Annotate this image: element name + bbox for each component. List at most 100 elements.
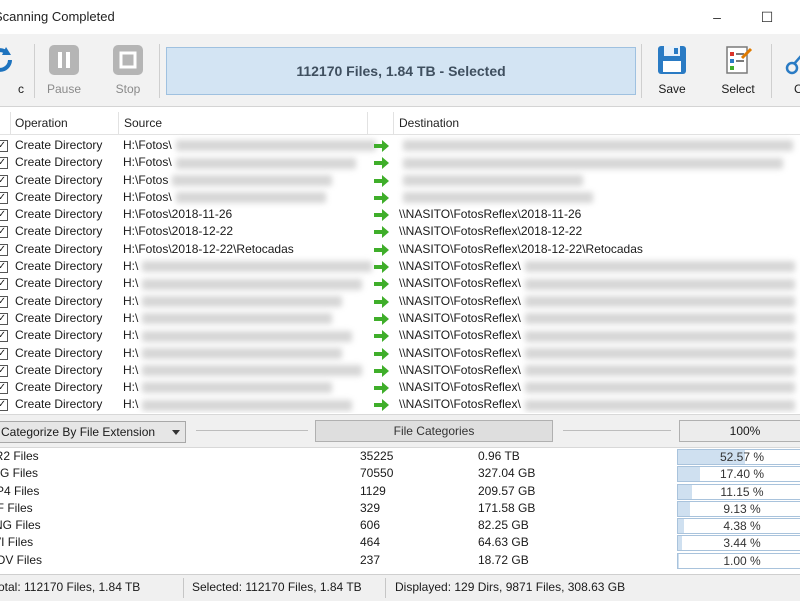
row-source: H:\	[123, 294, 343, 308]
category-percent-bar: 1.00 %	[677, 552, 800, 569]
sync-button[interactable]: c	[0, 40, 28, 102]
category-count: 606	[360, 518, 381, 533]
category-row[interactable]: PNG Files 606 82.25 GB 4.38 %	[0, 517, 800, 535]
row-checkbox[interactable]: ✓	[0, 209, 8, 222]
row-destination: \\NASITO\FotosReflex\	[399, 276, 795, 290]
row-checkbox[interactable]: ✓	[0, 140, 8, 152]
category-count: 237	[360, 552, 381, 567]
row-checkbox[interactable]: ✓	[0, 226, 8, 239]
row-checkbox[interactable]: ✓	[0, 243, 8, 256]
row-operation: Create Directory	[15, 172, 103, 187]
status-separator	[385, 578, 386, 598]
row-source: H:\Fotos\2018-12-22\Retocadas	[123, 241, 294, 256]
row-checkbox[interactable]: ✓	[0, 347, 8, 360]
arrow-right-icon	[374, 191, 389, 204]
row-source: H:\	[123, 346, 343, 360]
category-percent: 11.15 %	[720, 484, 764, 499]
operations-list[interactable]: Operation Source Destination ✓ Create Dir…	[0, 112, 800, 413]
chevron-down-icon	[172, 430, 180, 435]
row-checkbox[interactable]: ✓	[0, 157, 8, 170]
save-button[interactable]: Save	[644, 40, 700, 102]
row-operation: Create Directory	[15, 155, 103, 170]
table-row[interactable]: ✓ Create Directory H:\ \\NASITO\FotosReflex…	[0, 293, 800, 310]
redacted-text	[142, 261, 373, 273]
column-source[interactable]: Source	[124, 116, 162, 130]
file-categories-button[interactable]: File Categories	[315, 420, 553, 442]
toolbar-separator	[159, 44, 160, 98]
row-checkbox[interactable]: ✓	[0, 399, 8, 412]
cut-label: C	[794, 82, 800, 96]
table-row[interactable]: ✓ Create Directory H:\ \\NASITO\FotosReflex…	[0, 396, 800, 413]
row-checkbox[interactable]: ✓	[0, 261, 8, 274]
row-checkbox[interactable]: ✓	[0, 278, 8, 291]
row-checkbox[interactable]: ✓	[0, 364, 8, 377]
maximize-button[interactable]: ☐	[750, 4, 784, 30]
row-checkbox[interactable]: ✓	[0, 312, 8, 325]
table-row[interactable]: ✓ Create Directory H:\Fotos\2018-12-22\Ret…	[0, 241, 800, 258]
table-row[interactable]: ✓ Create Directory H:\ \\NASITO\FotosReflex…	[0, 327, 800, 344]
cut-icon	[785, 55, 800, 75]
redacted-text	[524, 296, 795, 307]
category-table[interactable]: CR2 Files 35225 0.96 TB 52.57 % JPG Files 705…	[0, 448, 800, 572]
category-percent-bar: 3.44 %	[677, 535, 800, 552]
category-row[interactable]: TIF Files 329 171.58 GB 9.13 %	[0, 500, 800, 517]
minimize-button[interactable]: –	[700, 4, 734, 30]
redacted-text	[142, 365, 363, 377]
row-operation: Create Directory	[15, 345, 103, 360]
row-operation: Create Directory	[15, 293, 103, 308]
table-row[interactable]: ✓ Create Directory H:\Fotos\	[0, 154, 800, 171]
select-button[interactable]: Select	[710, 40, 766, 102]
category-percent-bar: 17.40 %	[677, 466, 800, 483]
cut-button[interactable]: C	[774, 40, 800, 102]
row-source: H:\Fotos\	[123, 155, 356, 169]
table-row[interactable]: ✓ Create Directory H:\Fotos\	[0, 137, 800, 154]
category-name: AVI Files	[0, 535, 34, 550]
row-checkbox[interactable]: ✓	[0, 174, 8, 187]
category-mode-select[interactable]: Categorize By File Extension	[0, 421, 186, 443]
table-row[interactable]: ✓ Create Directory H:\ \\NASITO\FotosReflex…	[0, 258, 800, 275]
pause-button[interactable]: Pause	[36, 40, 92, 102]
column-destination[interactable]: Destination	[399, 116, 459, 130]
arrow-right-icon	[374, 243, 389, 256]
stop-button[interactable]: Stop	[100, 40, 156, 102]
redacted-text	[175, 192, 326, 204]
row-source: H:\	[123, 380, 333, 394]
arrow-right-icon	[374, 174, 389, 187]
divider-line	[196, 430, 308, 431]
category-size: 0.96 TB	[478, 449, 520, 463]
row-checkbox[interactable]: ✓	[0, 382, 8, 395]
row-operation: Create Directory	[15, 138, 103, 152]
table-row[interactable]: ✓ Create Directory H:\ \\NASITO\FotosReflex…	[0, 379, 800, 396]
arrow-right-icon	[374, 382, 389, 395]
row-checkbox[interactable]: ✓	[0, 191, 8, 204]
checklist-icon	[726, 46, 753, 74]
row-destination: \\NASITO\FotosReflex\	[399, 294, 795, 308]
row-destination: \\NASITO\FotosReflex\	[399, 328, 795, 342]
redacted-text	[403, 174, 583, 186]
redacted-text	[403, 157, 783, 169]
category-name: MOV Files	[0, 552, 43, 567]
table-row[interactable]: ✓ Create Directory H:\Fotos\2018-12-22 \\NA…	[0, 223, 800, 240]
save-label: Save	[658, 82, 686, 96]
category-row[interactable]: MP4 Files 1129 209.57 GB 11.15 %	[0, 483, 800, 500]
table-row[interactable]: ✓ Create Directory H:\Fotos	[0, 172, 800, 189]
row-checkbox[interactable]: ✓	[0, 330, 8, 343]
category-row[interactable]: CR2 Files 35225 0.96 TB 52.57 %	[0, 448, 800, 465]
table-row[interactable]: ✓ Create Directory H:\ \\NASITO\FotosReflex…	[0, 345, 800, 362]
table-row[interactable]: ✓ Create Directory H:\ \\NASITO\FotosReflex…	[0, 362, 800, 379]
column-divider	[393, 112, 394, 134]
category-row[interactable]: JPG Files 70550 327.04 GB 17.40 %	[0, 465, 800, 483]
category-size: 171.58 GB	[478, 500, 536, 515]
category-percent: 17.40 %	[719, 467, 765, 482]
row-operation: Create Directory	[15, 259, 103, 274]
table-row[interactable]: ✓ Create Directory H:\ \\NASITO\FotosReflex…	[0, 275, 800, 292]
table-row[interactable]: ✓ Create Directory H:\ \\NASITO\FotosReflex…	[0, 310, 800, 327]
row-checkbox[interactable]: ✓	[0, 295, 8, 308]
redacted-text	[142, 278, 363, 290]
category-row[interactable]: AVI Files 464 64.63 GB 3.44 %	[0, 534, 800, 552]
column-operation[interactable]: Operation	[15, 116, 68, 130]
table-row[interactable]: ✓ Create Directory H:\Fotos\	[0, 189, 800, 206]
category-row[interactable]: MOV Files 237 18.72 GB 1.00 %	[0, 552, 800, 569]
table-row[interactable]: ✓ Create Directory H:\Fotos\2018-11-26 \\NA…	[0, 206, 800, 223]
row-source: H:\Fotos\	[123, 138, 376, 152]
